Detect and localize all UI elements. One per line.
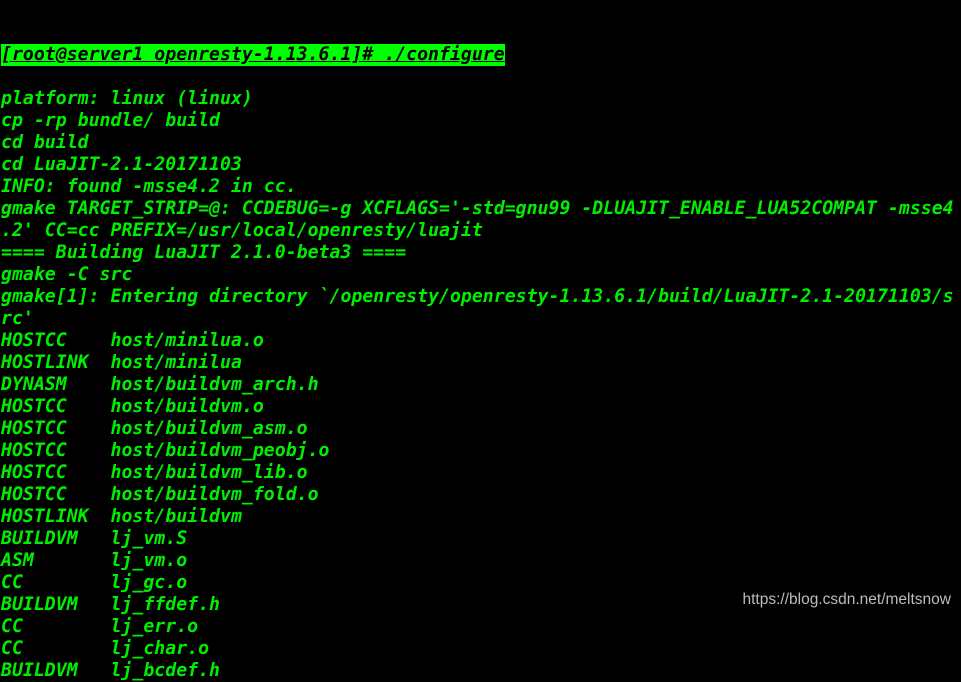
output-line: INFO: found -msse4.2 in cc. (1, 176, 297, 197)
output-line: cd LuaJIT-2.1-20171103 (1, 154, 242, 175)
output-line: cd build (1, 132, 89, 153)
output-line: BUILDVM lj_vm.S (1, 528, 188, 549)
output-line: HOSTCC host/buildvm.o (1, 396, 264, 417)
output-line: ==== Building LuaJIT 2.1.0-beta3 ==== (1, 242, 407, 263)
output-line: gmake TARGET_STRIP=@: CCDEBUG=-g XCFLAGS… (1, 198, 954, 219)
prompt-line: [root@server1 openresty-1.13.6.1]# ./con… (1, 44, 954, 66)
output-line: CC lj_char.o (1, 638, 210, 659)
output-line: HOSTCC host/buildvm_asm.o (1, 418, 308, 439)
output-line: HOSTCC host/buildvm_fold.o (1, 484, 319, 505)
output-line: HOSTCC host/buildvm_peobj.o (1, 440, 330, 461)
output-line: HOSTLINK host/minilua (1, 352, 242, 373)
terminal-output[interactable]: [root@server1 openresty-1.13.6.1]# ./con… (1, 0, 954, 682)
output-line: CC lj_err.o (1, 616, 199, 637)
output-line: gmake -C src (1, 264, 133, 285)
output-line: gmake[1]: Entering directory `/openresty… (1, 286, 954, 307)
output-line: HOSTLINK host/buildvm (1, 506, 242, 527)
output-line: cp -rp bundle/ build (1, 110, 220, 131)
output-line: DYNASM host/buildvm_arch.h (1, 374, 319, 395)
output-line: BUILDVM lj_bcdef.h (1, 660, 220, 681)
command-prompt: [root@server1 openresty-1.13.6.1]# ./con… (1, 44, 505, 66)
output-line: HOSTCC host/buildvm_lib.o (1, 462, 308, 483)
output-line: .2' CC=cc PREFIX=/usr/local/openresty/lu… (1, 220, 483, 241)
output-line: ASM lj_vm.o (1, 550, 188, 571)
output-line: platform: linux (linux) (1, 88, 253, 109)
output-line: rc' (1, 308, 34, 329)
watermark: https://blog.csdn.net/meltsnow (742, 591, 951, 608)
output-line: HOSTCC host/minilua.o (1, 330, 264, 351)
